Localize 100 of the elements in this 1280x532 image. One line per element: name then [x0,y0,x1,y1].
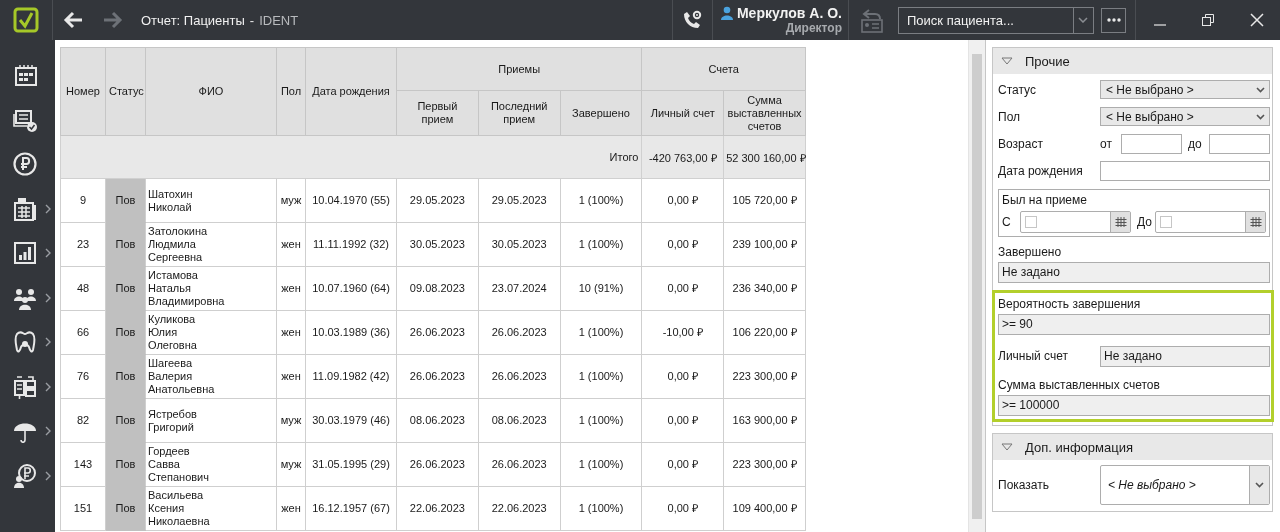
table-cell: Истамова Наталья Владимировна [145,266,277,311]
cash-register-icon[interactable] [13,196,37,221]
column-header[interactable]: Сумма выставленных счетов [723,90,806,136]
table-cell: 143 [60,442,106,487]
range-from-label: от [1100,136,1113,151]
table-cell: 9 [60,178,106,223]
ruble-coin-icon[interactable] [13,152,37,177]
table-cell: 22.06.2023 [478,486,561,531]
column-header[interactable]: Дата рождения [305,47,397,136]
column-header[interactable]: Первый прием [396,90,479,136]
calendar-grid-icon[interactable] [1249,217,1262,227]
readonly-field: >= 100000 [998,395,1270,416]
medicine-icon[interactable] [13,374,37,399]
tooth-icon[interactable] [13,330,37,355]
table-cell: 29.05.2023 [396,178,479,223]
table-cell: 163 900,00 ₽ [723,398,806,443]
chevron-right-icon[interactable] [45,292,51,303]
table-cell: 239 100,00 ₽ [723,222,806,267]
calendar-icon[interactable] [13,63,37,88]
table-cell: Гордеев Савва Степанович [145,442,277,487]
column-header[interactable]: Последний прием [478,90,561,136]
table-cell: 31.05.1995 (29) [305,442,397,487]
table-cell: 08.06.2023 [396,398,479,443]
input-field[interactable] [1209,133,1270,154]
table-cell: жен [276,222,306,267]
field-label: Личный счет [998,349,1069,363]
collapse-triangle-icon[interactable] [1001,56,1013,66]
chevron-down-icon[interactable] [1255,482,1264,488]
status-cell: Пов [105,442,146,487]
chevron-down-icon[interactable] [1256,113,1265,120]
patient-card-icon[interactable] [859,7,884,33]
table-cell: 10.07.1960 (64) [305,266,397,311]
table-cell: 30.03.1979 (46) [305,398,397,443]
table-cell: Шагеева Валерия Анатольевна [145,354,277,399]
restore-icon[interactable] [1202,14,1214,26]
table-cell: 10 (91%) [560,266,642,311]
table-cell: 29.05.2023 [478,178,561,223]
dropdown[interactable]: < Не выбрано > [1100,465,1270,505]
column-header[interactable]: ФИО [145,47,277,136]
person-ruble-icon[interactable] [13,463,37,488]
user-role: Директор [785,21,842,35]
chevron-right-icon[interactable] [45,426,51,437]
status-cell: Пов [105,222,146,267]
input-field[interactable] [1100,160,1270,181]
table-cell: 82 [60,398,106,443]
date-field[interactable] [1155,211,1266,233]
chevron-right-icon[interactable] [45,381,51,392]
checked-list-icon[interactable] [13,107,37,132]
column-header[interactable]: Завершено [560,90,642,136]
table-cell: Васильева Ксения Николаевна [145,486,277,531]
collapse-triangle-icon[interactable] [1001,442,1013,452]
table-cell: 105 720,00 ₽ [723,178,806,223]
table-cell: жен [276,266,306,311]
table-cell: жен [276,310,306,355]
checkbox[interactable] [1160,216,1172,228]
checkbox[interactable] [1025,216,1037,228]
chevron-right-icon[interactable] [45,248,51,259]
phone-gear-icon[interactable] [681,9,704,31]
total-value: -420 763,00 ₽ [641,135,724,179]
total-label: Итого [60,135,642,179]
user-name[interactable]: Меркулов А. О. [736,5,842,21]
bar-chart-icon[interactable] [13,241,37,266]
column-header[interactable]: Статус [105,47,146,136]
table-cell: 26.06.2023 [478,442,561,487]
chevron-right-icon[interactable] [45,203,51,214]
field-label: Завершено [998,245,1063,259]
chevron-right-icon[interactable] [45,470,51,481]
chevron-right-icon[interactable] [45,337,51,348]
column-header[interactable]: Номер [60,47,106,136]
back-arrow-icon[interactable] [63,11,83,29]
table-cell: 0,00 ₽ [641,398,724,443]
dropdown[interactable]: < Не выбрано > [1100,80,1270,99]
dropdown[interactable]: < Не выбрано > [1100,107,1270,126]
forward-arrow-icon[interactable] [103,11,123,29]
table-cell: 48 [60,266,106,311]
logo-icon[interactable] [13,7,39,33]
more-icon[interactable] [1106,18,1121,22]
table-cell: 0,00 ₽ [641,178,724,223]
table-cell: Куликова Юлия Олеговна [145,310,277,355]
column-header[interactable]: Пол [276,47,306,136]
close-icon[interactable] [1250,13,1264,27]
table-cell: 08.06.2023 [478,398,561,443]
status-cell: Пов [105,354,146,399]
table-cell: -10,00 ₽ [641,310,724,355]
status-cell: Пов [105,178,146,223]
date-field[interactable] [1020,211,1131,233]
table-cell: 11.11.1992 (32) [305,222,397,267]
section-header[interactable]: Прочие [993,48,1272,74]
input-field[interactable] [1121,133,1182,154]
section-header[interactable]: Доп. информация [993,434,1272,460]
table-cell: жен [276,354,306,399]
table-cell: 1 (100%) [560,354,642,399]
table-cell: 10.04.1970 (55) [305,178,397,223]
calendar-grid-icon[interactable] [1114,217,1127,227]
scrollbar[interactable] [968,40,985,532]
separator-dash: - [249,12,255,28]
readonly-field: Не задано [998,262,1270,283]
chevron-down-icon[interactable] [1256,86,1265,93]
more-button[interactable] [1101,7,1126,33]
column-header[interactable]: Личный счет [641,90,724,136]
